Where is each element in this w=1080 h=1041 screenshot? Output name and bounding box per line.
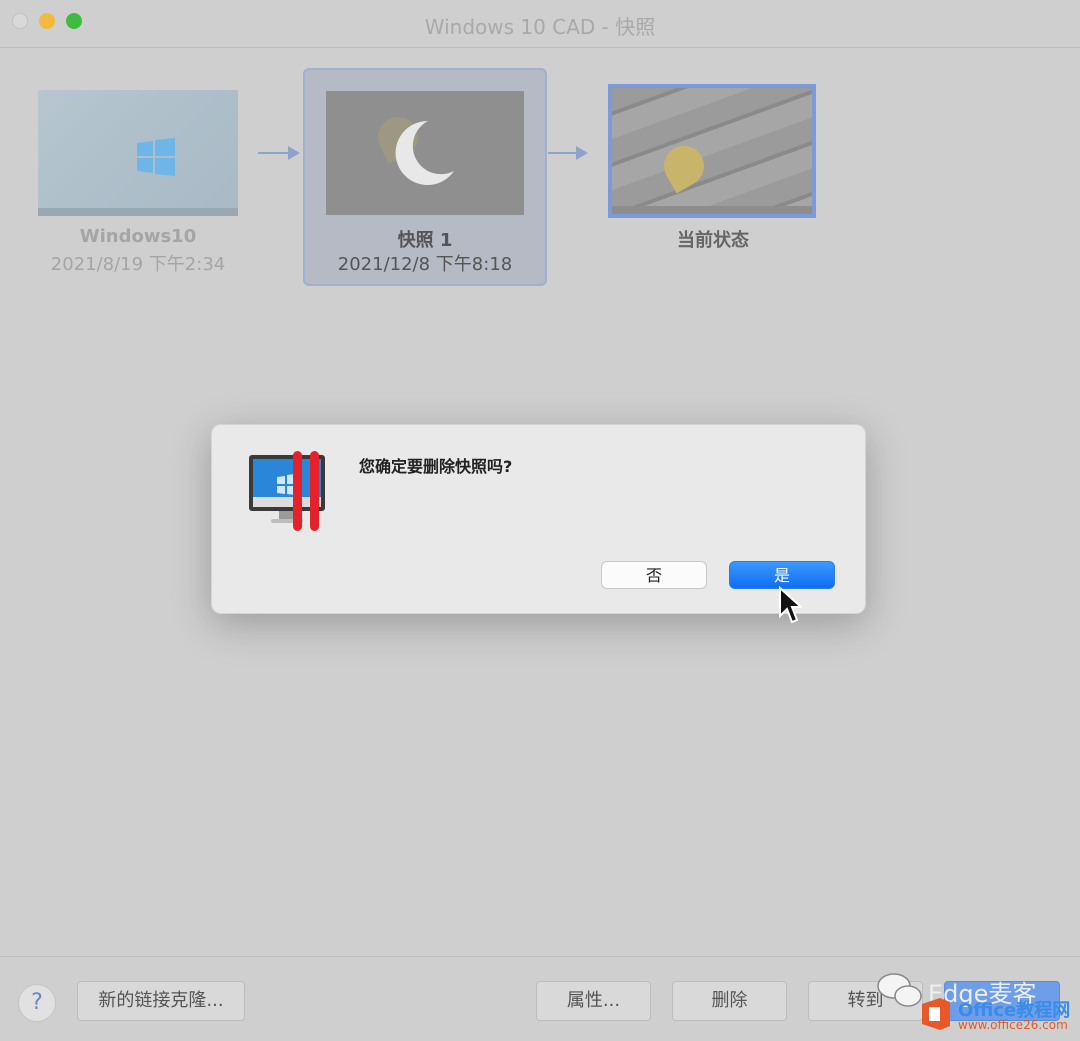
- snapshot-thumbnail: [608, 84, 816, 218]
- mouse-cursor-icon: [779, 586, 802, 624]
- snapshot-thumbnail: [38, 90, 238, 216]
- arrow-right-icon: [258, 146, 300, 160]
- snapshot-date: 2021/8/19 下午2:34: [50, 254, 226, 275]
- delete-confirm-dialog: 您确定要删除快照吗? 否 是: [211, 424, 866, 614]
- moon-icon: [395, 120, 454, 185]
- office-logo-icon: [922, 998, 950, 1030]
- watermark-url: www.office26.com: [958, 1018, 1068, 1032]
- dialog-message: 您确定要删除快照吗?: [359, 457, 513, 476]
- snapshot-name: 当前状态: [677, 230, 749, 251]
- snapshot-1[interactable]: 快照 1 2021/12/8 下午8:18: [303, 68, 547, 286]
- snapshot-name: Windows10: [79, 226, 197, 247]
- parallels-app-icon: [249, 451, 325, 531]
- title-bar: Windows 10 CAD - 快照: [0, 0, 1080, 48]
- properties-button[interactable]: 属性...: [536, 981, 651, 1021]
- snapshot-current-state[interactable]: 当前状态: [608, 84, 818, 254]
- snapshot-date: 2021/12/8 下午8:18: [337, 254, 513, 275]
- snapshot-thumbnail: [326, 91, 524, 215]
- delete-button[interactable]: 删除: [672, 981, 787, 1021]
- taskbar: [38, 208, 238, 216]
- taskbar: [612, 206, 812, 214]
- leaf-image: [656, 138, 712, 194]
- arrow-right-icon: [548, 146, 588, 160]
- snapshot-name: 快照 1: [397, 230, 453, 251]
- help-button[interactable]: ?: [18, 984, 56, 1022]
- wechat-icon: [877, 973, 922, 1007]
- window-title: Windows 10 CAD - 快照: [424, 15, 656, 39]
- snapshot-manager-window: Windows 10 CAD - 快照 Windows10 2021/8/19 …: [0, 0, 1080, 1041]
- no-button[interactable]: 否: [601, 561, 707, 589]
- snapshot-windows10[interactable]: Windows10 2021/8/19 下午2:34: [20, 80, 256, 280]
- new-linked-clone-button[interactable]: 新的链接克隆...: [77, 981, 245, 1021]
- yes-button[interactable]: 是: [729, 561, 835, 589]
- windows-logo-icon: [137, 138, 175, 176]
